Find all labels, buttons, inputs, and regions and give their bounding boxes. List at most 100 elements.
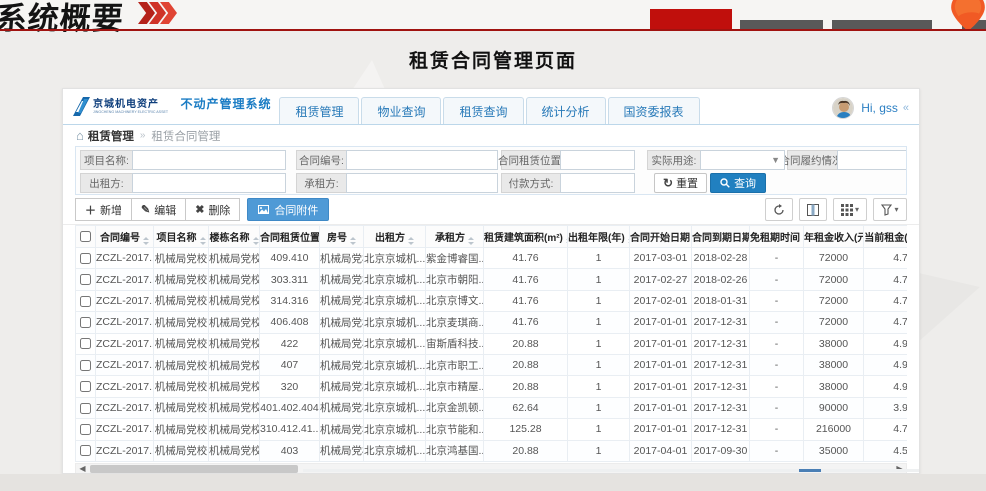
page-scrollbar-thumb[interactable] <box>799 469 821 472</box>
column-header[interactable]: 楼栋名称 <box>209 226 260 248</box>
row-checkbox[interactable] <box>80 338 91 349</box>
column-header[interactable]: 承租方 <box>426 226 484 248</box>
table-row[interactable]: ZCZL-2017...机械局党校机械局党校320机械局党校北京京城机...北京… <box>76 376 908 397</box>
project-name-input[interactable] <box>132 150 286 170</box>
home-icon[interactable]: ⌂ <box>76 128 84 143</box>
avatar[interactable] <box>832 97 854 119</box>
table-cell: - <box>750 354 804 375</box>
nav-tab-rental-query[interactable]: 租赁查询 <box>443 97 523 124</box>
row-checkbox[interactable] <box>80 403 91 414</box>
table-cell: 北京京城机... <box>364 248 426 269</box>
logo-icon <box>73 97 90 116</box>
location-pin-icon <box>948 0 986 31</box>
row-checkbox[interactable] <box>80 445 91 456</box>
checkbox-cell <box>76 312 96 333</box>
sort-icon[interactable] <box>253 237 259 245</box>
sort-icon[interactable] <box>468 237 474 245</box>
column-header[interactable]: 年租金收入(元) <box>804 226 864 248</box>
search-button[interactable]: 查询 <box>710 173 766 193</box>
nav-tab-statistics[interactable]: 统计分析 <box>526 97 606 124</box>
delete-button[interactable]: ✖删除 <box>185 198 240 221</box>
column-header[interactable]: 合同编号 <box>96 226 154 248</box>
row-checkbox[interactable] <box>80 317 91 328</box>
sort-icon[interactable] <box>350 237 356 245</box>
user-greeting[interactable]: Hi, gss <box>861 101 898 115</box>
row-checkbox[interactable] <box>80 274 91 285</box>
sort-icon[interactable] <box>143 237 149 245</box>
column-header[interactable]: 免租期时间 <box>750 226 804 248</box>
scrollbar-thumb[interactable] <box>90 465 298 473</box>
column-header[interactable]: 出租年限(年) <box>568 226 630 248</box>
add-button[interactable]: ＋新增 <box>75 198 132 221</box>
app-window: 京城机电资产 JINGCHENG MACHINERY ELECTRIC ASSE… <box>62 88 920 474</box>
column-header[interactable]: 租赁建筑面积(m²) <box>484 226 568 248</box>
nav-tab-rental-management[interactable]: 租赁管理 <box>279 97 359 124</box>
search-icon <box>720 178 730 188</box>
table-cell: 机械局党校 <box>154 376 209 397</box>
sort-icon[interactable] <box>408 237 414 245</box>
row-checkbox[interactable] <box>80 424 91 435</box>
edit-button[interactable]: ✎编辑 <box>131 198 186 221</box>
table-cell: 2017-12-31 <box>692 419 750 440</box>
table-row[interactable]: ZCZL-2017...机械局党校机械局党校401.402.404机械局党校北京… <box>76 397 908 418</box>
performance-status-input[interactable] <box>837 150 907 170</box>
select-all-checkbox[interactable] <box>80 231 91 242</box>
lessee-input[interactable] <box>346 173 498 193</box>
actual-use-select[interactable]: ▼ <box>700 150 785 170</box>
nav-tab-property-query[interactable]: 物业查询 <box>361 97 441 124</box>
table-cell: 38000 <box>804 333 864 354</box>
red-divider-line <box>0 29 986 31</box>
reset-button[interactable]: ↻ 重置 <box>654 173 707 193</box>
nav-tab-sasac-report[interactable]: 国资委报表 <box>608 97 700 124</box>
caret-down-icon: ▾ <box>855 205 859 214</box>
payment-method-input[interactable] <box>560 173 635 193</box>
table-row[interactable]: ZCZL-2017...机械局党校机械局党校406.408机械局党校北京京城机.… <box>76 312 908 333</box>
checkbox-cell <box>76 333 96 354</box>
table-row[interactable]: ZCZL-2017...机械局党校机械局党校409.410机械局党校北京京城机.… <box>76 248 908 269</box>
refresh-button[interactable] <box>765 198 793 221</box>
table-cell: 机械局党校 <box>154 312 209 333</box>
row-checkbox[interactable] <box>80 381 91 392</box>
column-header[interactable]: 房号 <box>320 226 364 248</box>
table-cell: 41.76 <box>484 248 568 269</box>
sort-icon[interactable] <box>200 237 206 245</box>
table-cell: 机械局党校 <box>209 333 260 354</box>
table-row[interactable]: ZCZL-2017...机械局党校机械局党校314.316机械局党校北京京城机.… <box>76 290 908 311</box>
column-header[interactable]: 合同开始日期 <box>630 226 692 248</box>
breadcrumb-root[interactable]: 租赁管理 <box>88 128 134 144</box>
table-cell: 1 <box>568 333 630 354</box>
caret-down-icon: ▾ <box>894 205 898 214</box>
rental-location-input[interactable] <box>560 150 635 170</box>
scroll-left-arrow[interactable]: ◀ <box>76 464 89 474</box>
column-header[interactable]: 当前租金(元/天) <box>864 226 908 248</box>
table-cell: 机械局党校 <box>320 354 364 375</box>
table-cell: 北京麦琪商... <box>426 312 484 333</box>
table-cell: 1 <box>568 248 630 269</box>
column-header[interactable]: 出租方 <box>364 226 426 248</box>
table-row[interactable]: ZCZL-2017...机械局党校机械局党校310.412.41...机械局党校… <box>76 419 908 440</box>
grid-view-button[interactable]: ▾ <box>833 198 867 221</box>
table-cell: 2017-01-01 <box>630 354 692 375</box>
filter-actual-use: 实际用途: ▼ <box>647 150 785 170</box>
row-checkbox[interactable] <box>80 360 91 371</box>
column-header[interactable]: 项目名称 <box>154 226 209 248</box>
table-cell: 125.28 <box>484 419 568 440</box>
table-cell: 2017-02-27 <box>630 269 692 290</box>
table-cell: 4.99 <box>864 333 908 354</box>
delete-icon: ✖ <box>195 203 204 216</box>
table-row[interactable]: ZCZL-2017...机械局党校机械局党校303.311机械局党校北京京城机.… <box>76 269 908 290</box>
contract-no-input[interactable] <box>346 150 498 170</box>
table-row[interactable]: ZCZL-2017...机械局党校机械局党校422机械局党校北京京城机...宙斯… <box>76 333 908 354</box>
lessor-input[interactable] <box>132 173 286 193</box>
table-cell: 2017-09-30 <box>692 440 750 461</box>
row-checkbox[interactable] <box>80 253 91 264</box>
column-header[interactable]: 合同租赁位置 <box>260 226 320 248</box>
table-row[interactable]: ZCZL-2017...机械局党校机械局党校403机械局党校北京京城机...北京… <box>76 440 908 461</box>
contract-attachment-button[interactable]: 合同附件 <box>247 198 329 221</box>
columns-button[interactable] <box>799 198 827 221</box>
user-menu-icon[interactable]: « <box>903 102 909 114</box>
export-button[interactable]: ▾ <box>873 198 907 221</box>
table-row[interactable]: ZCZL-2017...机械局党校机械局党校407机械局党校北京京城机...北京… <box>76 354 908 375</box>
row-checkbox[interactable] <box>80 296 91 307</box>
column-header[interactable]: 合同到期日期 <box>692 226 750 248</box>
